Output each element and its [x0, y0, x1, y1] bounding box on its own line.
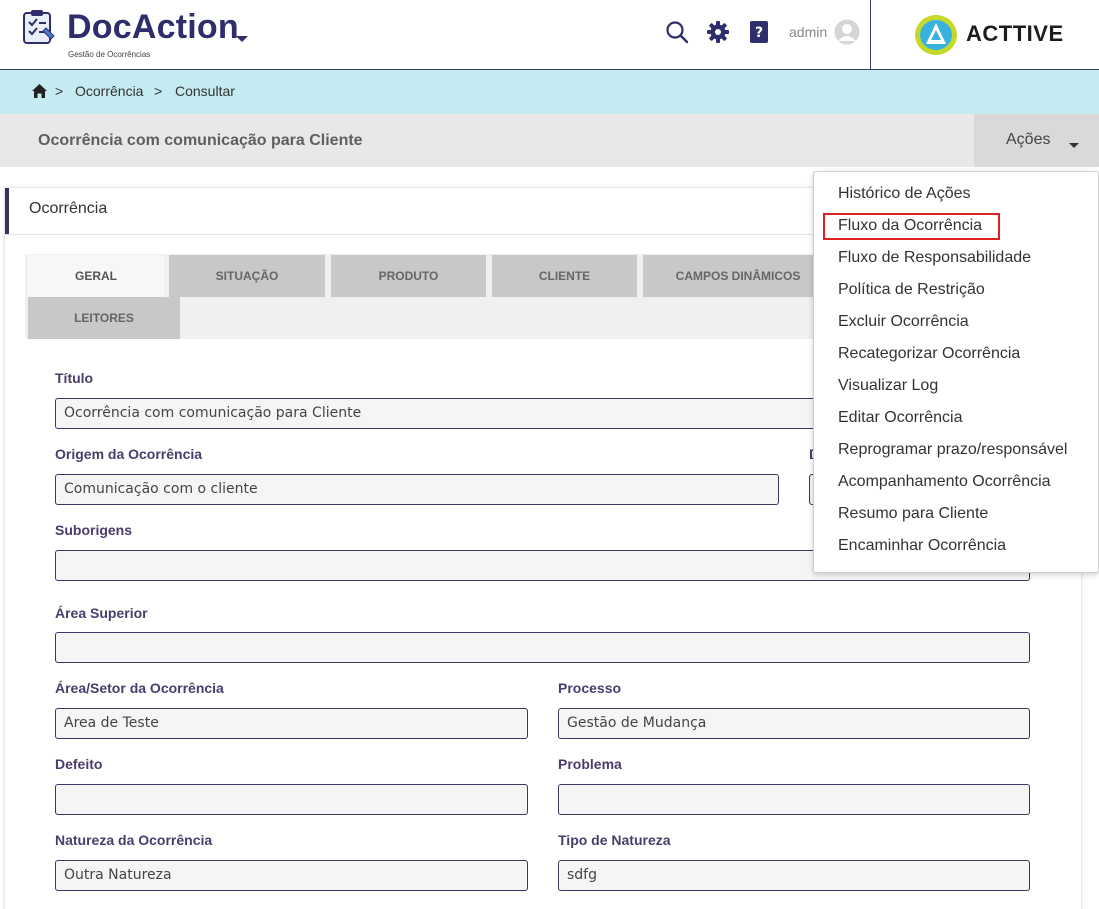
area-setor-field[interactable]: Area de Teste	[55, 708, 528, 739]
area-superior-label: Área Superior	[55, 605, 148, 621]
tab-situacao[interactable]: SITUAÇÃO	[169, 255, 325, 297]
area-setor-label: Área/Setor da Ocorrência	[55, 680, 224, 696]
menu-item-excluir-ocorrencia[interactable]: Excluir Ocorrência	[838, 313, 969, 331]
brand-dropdown-icon[interactable]	[236, 36, 248, 42]
header-divider	[870, 0, 871, 70]
breadcrumb-separator: >	[154, 83, 163, 99]
help-book-icon[interactable]: ?	[747, 20, 771, 44]
tab-cliente[interactable]: CLIENTE	[492, 255, 637, 297]
breadcrumb: > Ocorrência > Consultar	[0, 70, 1099, 114]
menu-item-acompanhamento[interactable]: Acompanhamento Ocorrência	[838, 473, 1051, 491]
actions-button-label: Ações	[1006, 131, 1051, 148]
tab-produto[interactable]: PRODUTO	[331, 255, 486, 297]
breadcrumb-item-consultar: Consultar	[175, 83, 235, 99]
menu-item-fluxo-responsabilidade[interactable]: Fluxo de Responsabilidade	[838, 249, 1031, 267]
processo-field[interactable]: Gestão de Mudança	[558, 708, 1030, 739]
user-name[interactable]: admin	[789, 24, 827, 40]
menu-item-resumo-cliente[interactable]: Resumo para Cliente	[838, 505, 988, 523]
tab-leitores[interactable]: LEITORES	[28, 297, 180, 339]
actions-button[interactable]: Ações	[974, 114, 1099, 167]
page: DocAction Gestão de Ocorrências ? admin …	[0, 0, 1099, 909]
card-title: Ocorrência	[29, 200, 108, 217]
brand-subtitle: Gestão de Ocorrências	[68, 50, 151, 59]
user-avatar-icon[interactable]	[834, 19, 860, 45]
page-title-bar: Ocorrência com comunicação para Cliente …	[0, 114, 1099, 167]
origem-field[interactable]: Comunicação com o cliente	[55, 474, 779, 505]
area-superior-field[interactable]	[55, 632, 1030, 663]
menu-item-fluxo-ocorrencia[interactable]: Fluxo da Ocorrência	[838, 217, 982, 235]
home-icon[interactable]	[32, 84, 47, 98]
actions-dropdown-menu: Histórico de Ações Fluxo da Ocorrência F…	[813, 171, 1099, 573]
origem-label: Origem da Ocorrência	[55, 446, 203, 462]
tipo-natureza-label: Tipo de Natureza	[558, 832, 671, 848]
card-accent-bar	[5, 188, 9, 234]
menu-item-encaminhar[interactable]: Encaminhar Ocorrência	[838, 537, 1006, 555]
brand-name[interactable]: DocAction	[67, 8, 239, 47]
clipboard-logo-icon	[23, 10, 55, 44]
breadcrumb-item-ocorrencia[interactable]: Ocorrência	[75, 83, 143, 99]
problema-field[interactable]	[558, 784, 1030, 815]
tab-geral[interactable]: GERAL	[28, 255, 164, 297]
menu-item-visualizar-log[interactable]: Visualizar Log	[838, 377, 938, 395]
processo-label: Processo	[558, 680, 622, 696]
gear-icon[interactable]	[706, 20, 730, 44]
natureza-field[interactable]: Outra Natureza	[55, 860, 528, 891]
search-icon[interactable]	[665, 20, 689, 44]
menu-item-historico-acoes[interactable]: Histórico de Ações	[838, 185, 971, 203]
menu-item-recategorizar[interactable]: Recategorizar Ocorrência	[838, 345, 1020, 363]
menu-item-politica-restricao[interactable]: Política de Restrição	[838, 281, 985, 299]
defeito-label: Defeito	[55, 756, 103, 772]
defeito-field[interactable]	[55, 784, 528, 815]
page-title: Ocorrência com comunicação para Cliente	[38, 132, 363, 149]
menu-item-reprogramar-prazo[interactable]: Reprogramar prazo/responsável	[838, 441, 1067, 459]
menu-item-editar-ocorrencia[interactable]: Editar Ocorrência	[838, 409, 963, 427]
problema-label: Problema	[558, 756, 622, 772]
top-header: DocAction Gestão de Ocorrências ? admin …	[0, 0, 1099, 70]
titulo-label: Título	[55, 370, 94, 386]
suborigens-label: Suborigens	[55, 522, 133, 538]
svg-text:?: ?	[755, 25, 763, 41]
caret-down-icon	[1069, 143, 1079, 148]
natureza-label: Natureza da Ocorrência	[55, 832, 213, 848]
breadcrumb-separator: >	[55, 83, 64, 99]
partner-logo-text: ACTTIVE	[966, 21, 1064, 46]
tab-campos-dinamicos[interactable]: CAMPOS DINÂMICOS	[643, 255, 833, 297]
tipo-natureza-field[interactable]: sdfg	[558, 860, 1030, 891]
